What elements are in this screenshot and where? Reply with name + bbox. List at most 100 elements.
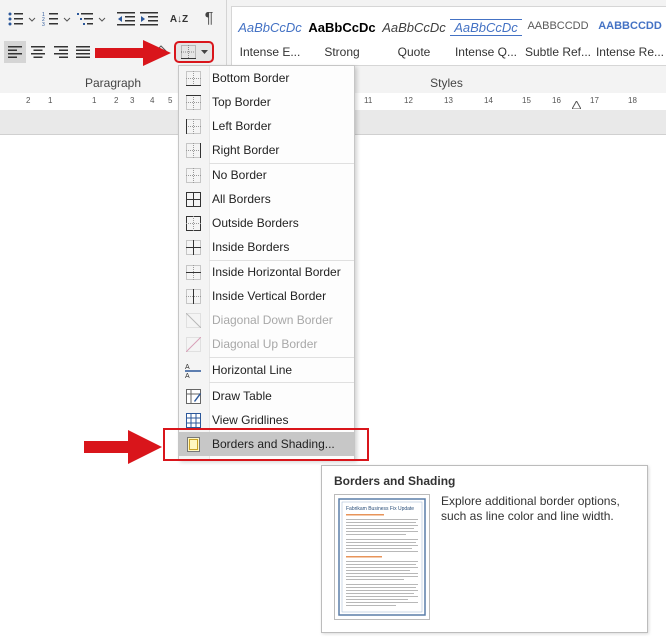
left-border-icon [185,118,201,134]
style-preview: AABBCCDD [527,20,589,32]
decrease-indent-button[interactable] [115,8,137,30]
top-border-icon [185,94,201,110]
style-intense-emphasis[interactable]: AaBbCcDc Intense E... [234,7,306,65]
annotation-arrow-top [95,40,171,66]
all-borders-icon [185,191,201,207]
draw-table-icon [185,388,201,404]
no-border-icon [185,167,201,183]
thumbnail-heading: Fabrikam Business Fix Update [346,506,414,512]
style-preview: AaBbCcDc [450,19,522,36]
menu-item-label: All Borders [212,192,271,206]
menu-item-label: Diagonal Down Border [212,313,333,327]
justify-icon [76,46,90,58]
view-gridlines-icon [185,412,201,428]
menu-item-draw-table[interactable]: Draw Table [179,384,354,408]
menu-item-label: Inside Vertical Border [212,289,327,303]
svg-text:3: 3 [42,22,45,27]
align-center-icon [31,46,45,58]
bullets-button[interactable] [6,8,38,30]
menu-item-diagonal-up-border[interactable]: Diagonal Up Border [179,332,354,356]
menu-item-label: Outside Borders [212,216,299,230]
menu-item-diagonal-down-border[interactable]: Diagonal Down Border [179,308,354,332]
multilevel-list-icon [77,13,106,25]
align-right-button[interactable] [50,41,72,63]
borders-and-shading-tooltip: Borders and Shading Fabrikam Business Fi… [321,465,648,633]
menu-item-right-border[interactable]: Right Border [179,138,354,162]
menu-item-label: View Gridlines [212,413,289,427]
ruler-tick: 4 [150,96,155,105]
align-left-button[interactable] [4,41,26,63]
inside-vertical-border-icon [185,288,201,304]
horizontal-line-icon: AA [185,364,201,378]
ruler-tick: 11 [364,96,373,105]
ruler-tick: 17 [590,96,599,105]
inside-horizontal-border-icon [185,264,201,280]
menu-item-no-border[interactable]: No Border [179,163,354,187]
menu-item-label: Diagonal Up Border [212,337,318,351]
menu-item-left-border[interactable]: Left Border [179,114,354,138]
menu-item-all-borders[interactable]: All Borders [179,187,354,211]
menu-item-label: Horizontal Line [212,363,293,377]
style-intense-reference[interactable]: AABBCCDD Intense Re... [594,7,666,65]
numbering-icon: 1 2 3 [42,12,71,27]
menu-item-bottom-border[interactable]: Bottom Border [179,66,354,90]
right-indent-marker-icon[interactable] [572,101,581,109]
borders-menu: Bottom Border Top Border Left Border Rig… [178,65,355,460]
style-preview: AaBbCcDc [382,20,446,35]
increase-indent-button[interactable] [138,8,160,30]
align-right-icon [54,46,68,58]
justify-button[interactable] [72,41,94,63]
style-quote[interactable]: AaBbCcDc Quote [378,7,450,65]
ruler-tick: 16 [552,96,561,105]
increase-indent-icon [140,12,158,26]
style-strong[interactable]: AaBbCcDc Strong [306,7,378,65]
numbering-button[interactable]: 1 2 3 [41,8,73,30]
ruler-tick: 18 [628,96,637,105]
borders-icon [181,45,196,59]
show-hide-formatting-button[interactable]: ¶ [198,8,220,30]
annotation-highlight-box [163,428,369,461]
ruler-tick: 5 [168,96,173,105]
menu-item-label: Right Border [212,143,280,157]
tooltip-description: Explore additional border options, such … [441,494,620,523]
sort-icon: A↓Z [169,13,189,25]
menu-item-inside-horizontal-border[interactable]: Inside Horizontal Border [179,260,354,284]
menu-item-label: No Border [212,168,267,182]
borders-dropdown-button[interactable] [174,41,214,63]
style-preview: AABBCCDD [598,20,662,32]
menu-item-label: Draw Table [212,389,272,403]
bottom-border-icon [185,70,201,86]
ruler-tick: 2 [114,96,119,105]
right-border-icon [185,142,201,158]
style-intense-quote[interactable]: AaBbCcDc Intense Q... [450,7,522,65]
menu-item-inside-vertical-border[interactable]: Inside Vertical Border [179,284,354,308]
style-name: Strong [324,45,360,59]
menu-item-label: Bottom Border [212,71,290,85]
multilevel-list-button[interactable] [76,8,108,30]
menu-item-label: Inside Horizontal Border [212,265,341,279]
ruler-tick: 12 [404,96,413,105]
align-left-icon [8,46,22,58]
svg-text:A: A [185,373,190,378]
chevron-down-icon [201,49,208,54]
menu-item-inside-borders[interactable]: Inside Borders [179,235,354,259]
svg-text:A: A [185,364,190,371]
menu-item-top-border[interactable]: Top Border [179,90,354,114]
inside-borders-icon [185,239,201,255]
style-subtle-reference[interactable]: AABBCCDD Subtle Ref... [522,7,594,65]
document-preview-icon: Fabrikam Business Fix Update [338,498,426,616]
styles-gallery: AaBbCcDc Intense E... AaBbCcDc Strong Aa… [231,6,666,66]
center-button[interactable] [27,41,49,63]
menu-item-outside-borders[interactable]: Outside Borders [179,211,354,235]
menu-item-label: Top Border [212,95,271,109]
ruler-tick: 14 [484,96,493,105]
style-name: Intense Q... [454,45,518,59]
style-preview: AaBbCcDc [238,20,302,35]
menu-item-horizontal-line[interactable]: AA Horizontal Line [179,358,354,382]
ruler-tick: 3 [130,96,135,105]
sort-button[interactable]: A↓Z [168,8,190,30]
ruler-tick: 1 [92,96,97,105]
style-name: Quote [397,45,431,59]
style-preview: AaBbCcDc [308,20,376,35]
diagonal-up-border-icon [185,336,201,352]
